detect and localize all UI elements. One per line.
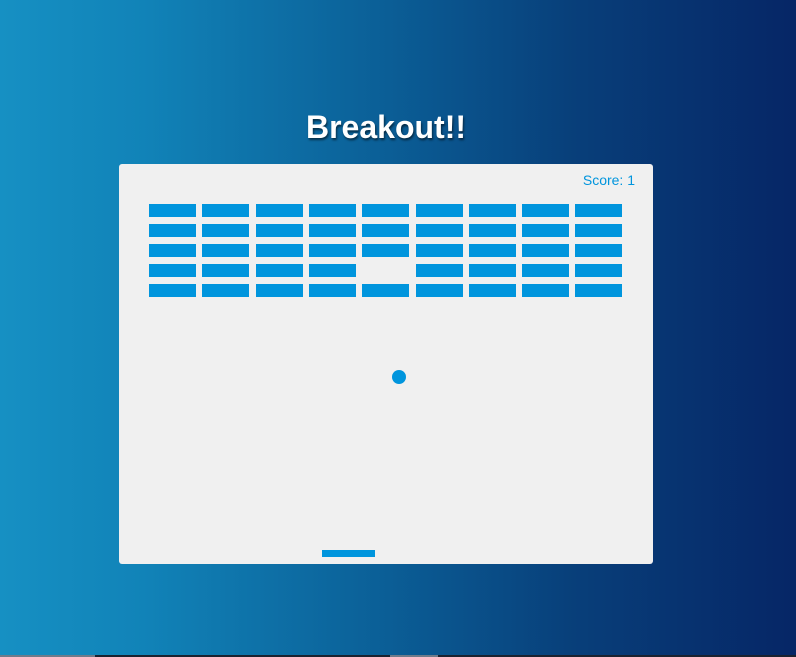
brick xyxy=(575,284,622,297)
brick xyxy=(256,244,303,257)
brick xyxy=(202,264,249,277)
brick xyxy=(469,224,516,237)
brick xyxy=(416,204,463,217)
brick xyxy=(469,284,516,297)
brick xyxy=(575,204,622,217)
brick xyxy=(362,284,409,297)
brick xyxy=(469,204,516,217)
brick xyxy=(149,224,196,237)
brick xyxy=(256,284,303,297)
brick xyxy=(522,224,569,237)
brick xyxy=(149,204,196,217)
brick xyxy=(149,244,196,257)
brick xyxy=(149,264,196,277)
brick xyxy=(416,244,463,257)
brick xyxy=(309,204,356,217)
brick xyxy=(309,244,356,257)
brick xyxy=(202,204,249,217)
brick xyxy=(309,224,356,237)
paddle[interactable] xyxy=(322,550,375,557)
brick xyxy=(309,264,356,277)
brick xyxy=(522,204,569,217)
brick xyxy=(575,224,622,237)
ball xyxy=(392,370,406,384)
game-canvas[interactable]: Score: 1 xyxy=(119,164,653,564)
brick xyxy=(575,264,622,277)
brick xyxy=(256,264,303,277)
brick xyxy=(522,264,569,277)
brick xyxy=(202,224,249,237)
brick xyxy=(202,284,249,297)
brick xyxy=(362,204,409,217)
brick xyxy=(416,264,463,277)
brick xyxy=(202,244,249,257)
brick xyxy=(522,284,569,297)
brick xyxy=(256,224,303,237)
brick xyxy=(575,244,622,257)
brick xyxy=(416,224,463,237)
brick xyxy=(416,284,463,297)
brick xyxy=(256,204,303,217)
brick xyxy=(469,244,516,257)
brick xyxy=(362,224,409,237)
brick xyxy=(362,244,409,257)
brick xyxy=(309,284,356,297)
brick xyxy=(149,284,196,297)
brick xyxy=(469,264,516,277)
game-title: Breakout!! xyxy=(305,109,466,145)
brick xyxy=(522,244,569,257)
score-display: Score: 1 xyxy=(582,172,635,188)
